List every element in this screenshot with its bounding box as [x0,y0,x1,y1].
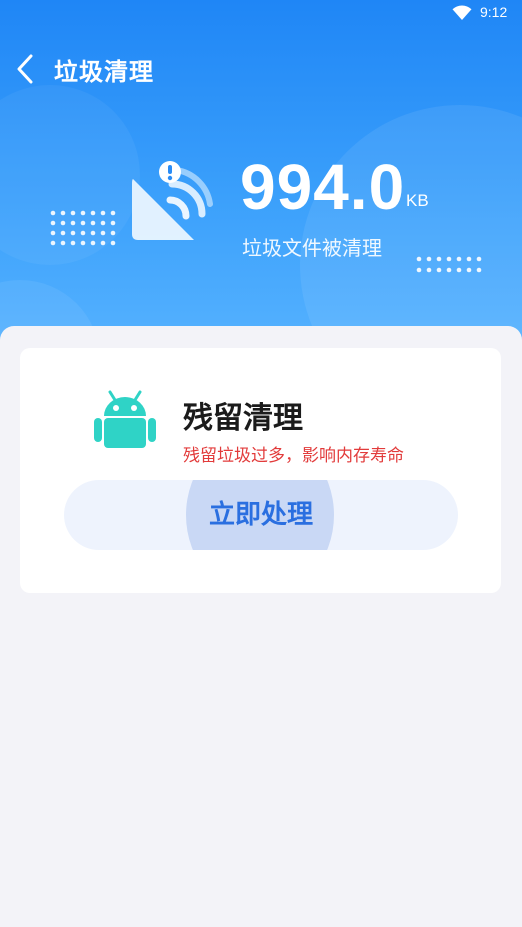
cleaned-caption: 垃圾文件被清理 [242,236,382,260]
process-now-button[interactable]: 立即处理 [64,480,458,550]
back-button[interactable] [10,48,44,90]
page-title: 垃圾清理 [54,58,154,86]
decor-dots [416,256,482,273]
android-icon [94,390,156,448]
residual-clean-card [20,348,501,593]
chevron-left-icon [17,54,33,84]
status-time: 9:12 [480,4,508,20]
process-now-label: 立即处理 [208,500,313,530]
decor-dots [50,210,116,246]
header-banner: 9:12 垃圾清理 994.0 KB 垃圾文件被清理 [0,0,522,360]
cleaned-signal-icon [132,161,213,240]
wifi-icon [452,5,472,21]
card-warning-text: 残留垃圾过多，影响内存寿命 [183,446,404,466]
cleaned-amount: 994.0 [240,151,406,223]
status-bar: 9:12 [0,0,522,26]
card-title: 残留清理 [183,401,303,436]
cleaned-unit: KB [406,191,429,210]
